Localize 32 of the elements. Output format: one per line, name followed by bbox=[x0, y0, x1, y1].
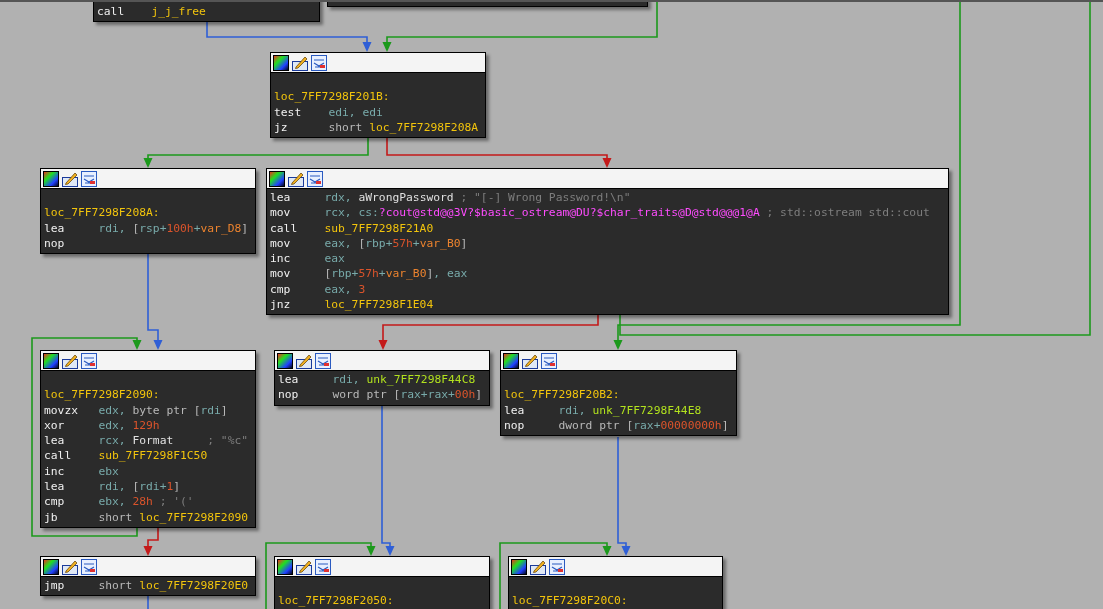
code-line: inc eax bbox=[270, 251, 346, 267]
code-line: lea rdi, [rsp+100h+var_D8] bbox=[44, 220, 250, 236]
code-line: lea rdx, aWrongPassword ; "[-] Wrong Password!\n" bbox=[270, 190, 632, 206]
code-label[interactable]: loc_7FF7298F208A: bbox=[44, 205, 253, 221]
code-line: nop word ptr [rax+rax+00h] bbox=[278, 387, 484, 403]
code-line: lea rdi, unk_7FF7298F44C8 bbox=[278, 372, 477, 388]
code-label[interactable]: loc_7FF7298F201B: bbox=[274, 89, 483, 105]
code-label[interactable]: loc_7FF7298F2090: bbox=[44, 387, 253, 403]
code-line: jnz loc_7FF7298F1E04 bbox=[270, 297, 435, 313]
code-line: nop dword ptr [rax+00000000h] bbox=[504, 417, 730, 434]
code-line: jmp short loc_7FF7298F20E0 bbox=[44, 578, 250, 594]
code-line: inc ebx bbox=[44, 463, 120, 480]
code-line: nop bbox=[44, 235, 66, 252]
code-line: call sub_7FF7298F21A0 bbox=[270, 220, 435, 236]
code-line: lea rdi, [rdi+1] bbox=[44, 479, 182, 495]
code-line: call j_j_free bbox=[97, 4, 207, 20]
code-line: jz short loc_7FF7298F208A bbox=[274, 119, 480, 136]
code-label[interactable]: loc_7FF7298F2050: bbox=[278, 593, 487, 609]
code-line: mov rcx, cs:?cout@std@@3V?$basic_ostream@DU?$char_traits@D@std@@@1@A ; std::ostream std::cout bbox=[270, 205, 931, 221]
code-line: xor edx, 129h bbox=[44, 417, 161, 434]
code-line: lea rcx, Format ; "%c" bbox=[44, 433, 250, 449]
code-line: call sub_7FF7298F1C50 bbox=[44, 448, 209, 464]
code-line: mov eax, [rbp+57h+var_B0] bbox=[270, 235, 469, 252]
code-line: lea rdi, unk_7FF7298F44E8 bbox=[504, 402, 703, 418]
code-line: jb short loc_7FF7298F2090 bbox=[44, 509, 250, 525]
code-line: mov [rbp+57h+var_B0], eax bbox=[270, 266, 469, 282]
code-line: test edi, edi bbox=[274, 104, 384, 120]
code-line: cmp eax, 3 bbox=[270, 281, 367, 298]
code-line: cmp ebx, 28h ; '(' bbox=[44, 494, 195, 510]
code-label[interactable]: loc_7FF7298F20C0: bbox=[512, 593, 720, 609]
code-line: movzx edx, byte ptr [rdi] bbox=[44, 402, 229, 418]
code-label[interactable]: loc_7FF7298F20B2: bbox=[504, 387, 734, 403]
